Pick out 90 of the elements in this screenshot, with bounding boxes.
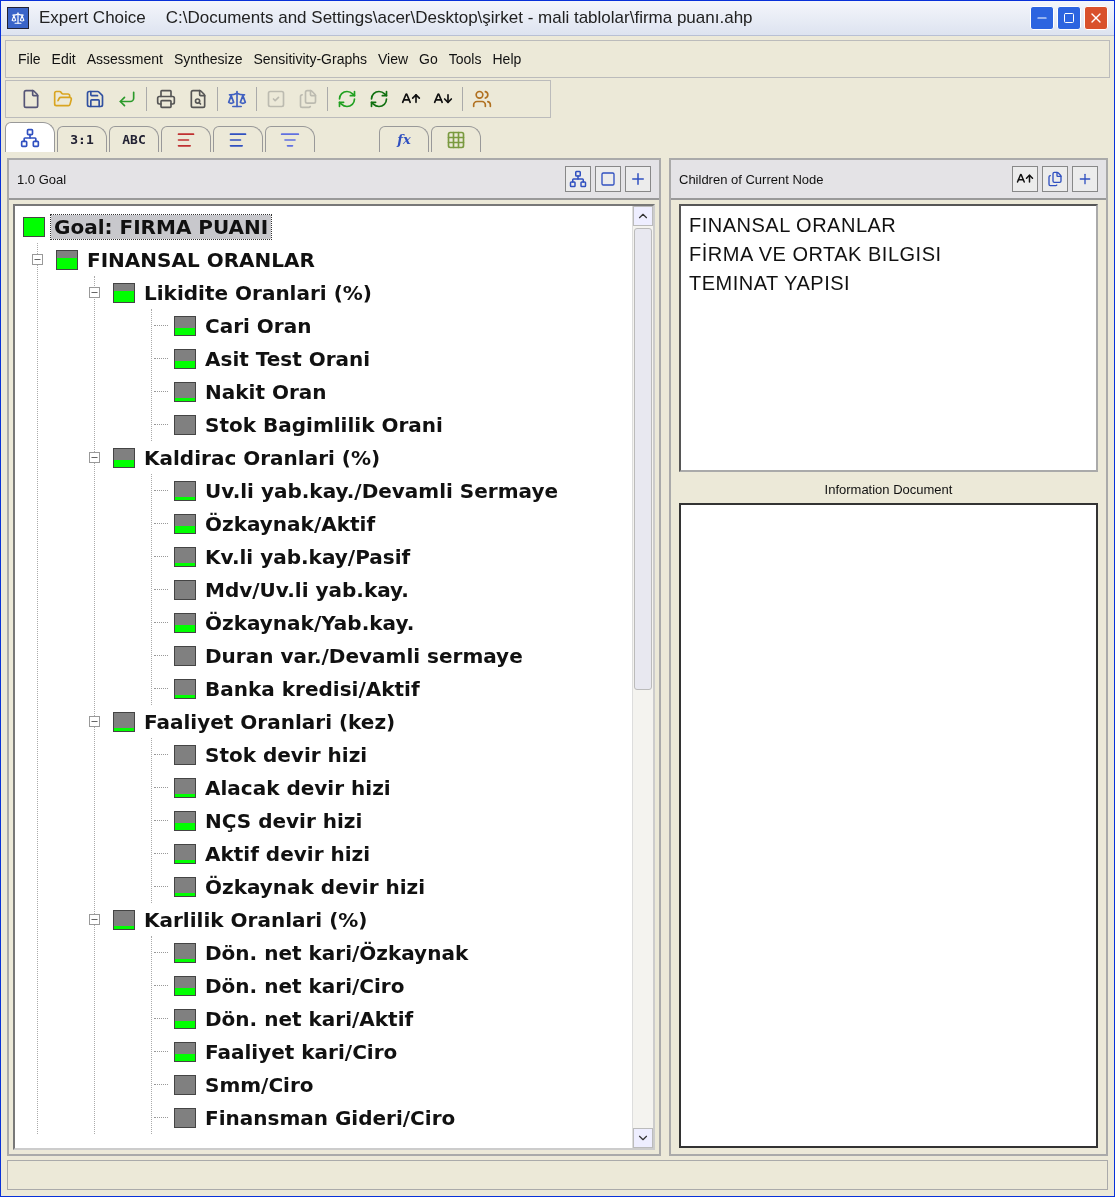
view-tab[interactable]	[161, 126, 211, 152]
tree-node-label[interactable]: Smm/Ciro	[202, 1072, 317, 1097]
tree-node-label[interactable]: Kaldirac Oranlari (%)	[141, 445, 384, 470]
tree-icon	[569, 170, 587, 188]
minimize-button[interactable]	[1030, 6, 1054, 30]
view-tab[interactable]	[213, 126, 263, 152]
tree-node-label[interactable]: Faaliyet Oranlari (kez)	[141, 709, 399, 734]
enter-icon	[117, 89, 137, 109]
scale-icon	[227, 89, 247, 109]
information-document-field[interactable]	[679, 503, 1098, 1148]
tree-node-label[interactable]: Aktif devir hizi	[202, 841, 374, 866]
tree-node-label[interactable]: Nakit Oran	[202, 379, 330, 404]
tree-node-label[interactable]: Mdv/Uv.li yab.kay.	[202, 577, 412, 602]
tree-node-label[interactable]: NÇS devir hizi	[202, 808, 366, 833]
pages-icon	[298, 89, 318, 109]
child-node-item[interactable]: FINANSAL ORANLAR	[689, 214, 1088, 237]
tree-node-label[interactable]: Dön. net kari/Aktif	[202, 1006, 417, 1031]
tree-node-label[interactable]: Stok Bagimlilik Orani	[202, 412, 446, 437]
menu-item[interactable]: View	[378, 51, 409, 67]
view-tab[interactable]: ABC	[109, 126, 159, 152]
tree-node-label[interactable]: Özkaynak/Yab.kay.	[202, 610, 418, 635]
tree-icon	[20, 127, 40, 148]
refresh-icon	[369, 89, 389, 109]
menu-item[interactable]: Edit	[51, 51, 76, 67]
tree-view-button[interactable]	[565, 166, 591, 192]
tree-node-label[interactable]: Cari Oran	[202, 313, 315, 338]
check-icon	[266, 89, 286, 109]
file-path: C:\Documents and Settings\acer\Desktop\şirket - mali tablolar\firma puanı.ahp	[165, 8, 753, 28]
collapse-button[interactable]	[89, 716, 100, 727]
edit-node-button[interactable]	[1012, 166, 1038, 192]
view-tab[interactable]: 3:1	[57, 126, 107, 152]
app-icon	[7, 7, 29, 29]
preview-icon	[188, 89, 208, 109]
close-button[interactable]	[1084, 6, 1108, 30]
save-icon	[85, 89, 105, 109]
tree-node-label[interactable]: Özkaynak devir hizi	[202, 874, 429, 899]
tree-node-label[interactable]: Finansman Gideri/Ciro	[202, 1105, 459, 1130]
tree-node-label[interactable]: Özkaynak/Aktif	[202, 511, 379, 536]
tree-node-label[interactable]: Alacak devir hizi	[202, 775, 394, 800]
new-icon	[21, 89, 41, 109]
people-icon	[472, 89, 492, 109]
window-title: Expert Choice	[39, 8, 146, 28]
menu-item[interactable]: Synthesize	[173, 51, 243, 67]
tree-node-label[interactable]: Kv.li yab.kay/Pasif	[202, 544, 414, 569]
menu-item[interactable]: Help	[492, 51, 522, 67]
print-icon	[156, 89, 176, 109]
menu-item[interactable]: Sensitivity-Graphs	[253, 51, 367, 67]
scrollbar-thumb[interactable]	[634, 228, 652, 690]
menu-item[interactable]: Tools	[448, 51, 482, 67]
expand-collapse-button[interactable]	[625, 166, 651, 192]
tree-node-label[interactable]: Dön. net kari/Özkaynak	[202, 940, 472, 965]
collapse-button[interactable]	[32, 254, 43, 265]
child-node-item[interactable]: TEMINAT YAPISI	[689, 272, 1088, 295]
tree-node-label[interactable]: Karlilik Oranlari (%)	[141, 907, 371, 932]
menu-item[interactable]: Assessment	[86, 51, 163, 67]
view-tab[interactable]	[5, 122, 55, 152]
open-icon	[53, 89, 73, 109]
maximize-icon	[1063, 12, 1075, 24]
plus-icon	[1077, 171, 1093, 187]
grid-icon	[446, 129, 466, 150]
view-tab[interactable]: fx	[379, 126, 429, 152]
node-path: 1.0 Goal	[17, 171, 67, 187]
maximize-button[interactable]	[1057, 6, 1081, 30]
square-icon	[600, 171, 616, 187]
pane-title: Children of Current Node	[679, 171, 824, 187]
tree-node-label[interactable]: Faaliyet kari/Ciro	[202, 1039, 401, 1064]
collapse-button[interactable]	[89, 914, 100, 925]
tree-node-label[interactable]: Uv.li yab.kay./Devamli Sermaye	[202, 478, 562, 503]
tree-node-label[interactable]: FINANSAL ORANLAR	[84, 247, 318, 272]
add-node-button[interactable]	[1072, 166, 1098, 192]
tree-node-label[interactable]: Dön. net kari/Ciro	[202, 973, 408, 998]
copy-node-button[interactable]	[1042, 166, 1068, 192]
tree-node-label[interactable]: Stok devir hizi	[202, 742, 371, 767]
section-label: Information Document	[823, 481, 954, 499]
plus-icon	[629, 170, 647, 188]
tree-node-label[interactable]: Banka kredisi/Aktif	[202, 676, 423, 701]
menu-item[interactable]: File	[18, 51, 41, 67]
tree-node-label[interactable]: Likidite Oranlari (%)	[141, 280, 375, 305]
tree-node-label[interactable]: Duran var./Devamli sermaye	[202, 643, 526, 668]
scroll-down-button[interactable]	[633, 1128, 653, 1148]
child-node-item[interactable]: FİRMA VE ORTAK BILGISI	[689, 243, 1088, 266]
menu-item[interactable]: Go	[419, 51, 438, 67]
pages-icon	[1047, 171, 1063, 187]
node-view-button[interactable]	[595, 166, 621, 192]
scroll-up-button[interactable]	[633, 206, 653, 226]
tree-node-label[interactable]: Goal: FIRMA PUANI	[51, 214, 272, 239]
collapse-button[interactable]	[89, 287, 100, 298]
refresh-icon	[337, 89, 357, 109]
collapse-button[interactable]	[89, 452, 100, 463]
tree-node-label[interactable]: Asit Test Orani	[202, 346, 374, 371]
